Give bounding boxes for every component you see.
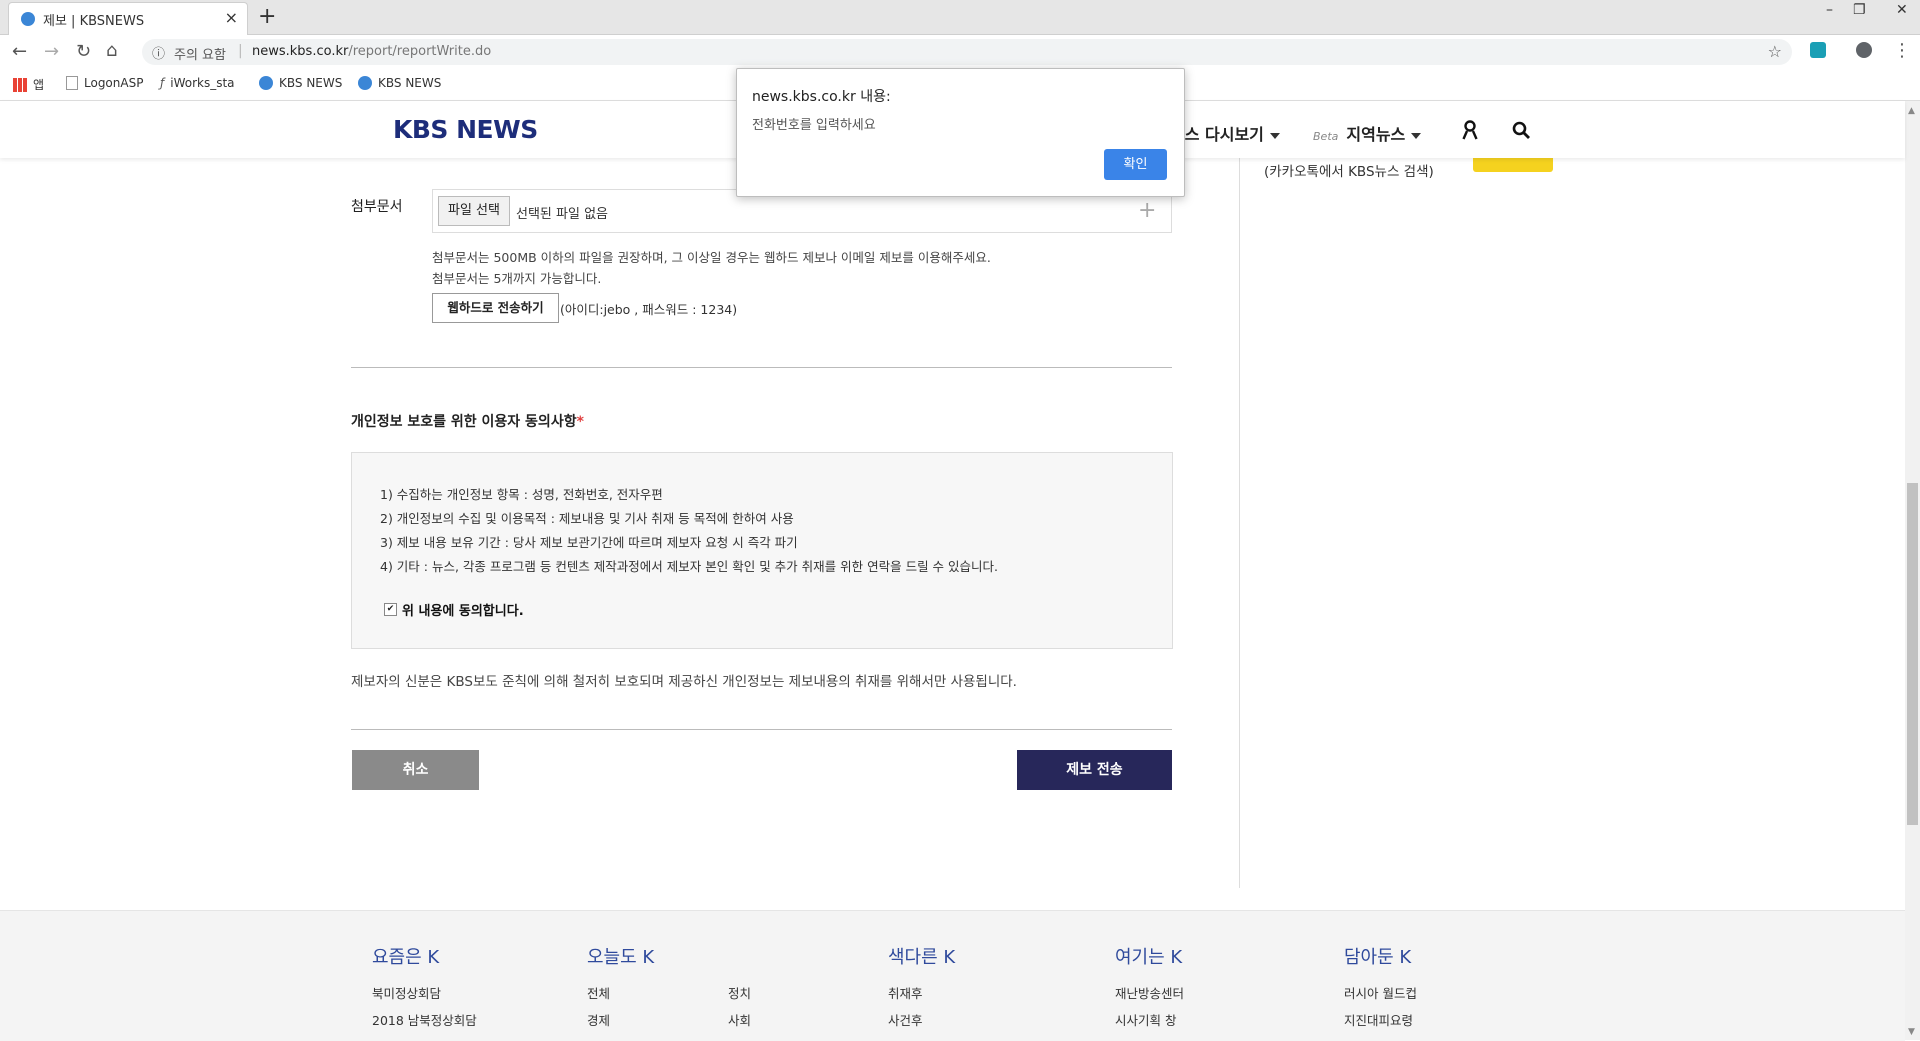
bookmark-logonasp[interactable]: LogonASP bbox=[66, 76, 143, 90]
kakao-banner[interactable] bbox=[1473, 158, 1553, 172]
footer-link[interactable]: 취재후 bbox=[888, 983, 923, 1002]
bookmark-kbs-news-2[interactable]: KBS NEWS bbox=[358, 76, 441, 90]
kbs-favicon-icon bbox=[21, 12, 35, 26]
consent-item: 3) 제보 내용 보유 기간 : 당사 제보 보관기간에 따르며 제보자 요청 … bbox=[380, 535, 798, 550]
attach-note-size: 첨부문서는 500MB 이하의 파일을 권장하며, 그 이상일 경우는 웹하드 … bbox=[432, 250, 991, 265]
scroll-up-icon[interactable]: ▲ bbox=[1908, 106, 1915, 116]
iworks-icon: ƒ bbox=[160, 76, 165, 90]
extension-icon[interactable] bbox=[1810, 42, 1826, 58]
footer-link[interactable]: 지진대피요령 bbox=[1344, 1010, 1413, 1029]
footer-col-title[interactable]: 색다른 K bbox=[888, 943, 955, 969]
consent-item: 1) 수집하는 개인정보 항목 : 성명, 전화번호, 전자우편 bbox=[380, 487, 663, 502]
footer-link[interactable]: 전체 bbox=[587, 983, 610, 1002]
security-label: 주의 요함 bbox=[174, 48, 226, 63]
footer-link[interactable]: 사건후 bbox=[888, 1010, 923, 1029]
window-close-button[interactable]: ✕ bbox=[1896, 2, 1908, 18]
site-footer bbox=[0, 910, 1905, 1041]
back-icon[interactable]: ← bbox=[12, 41, 27, 62]
kakao-search-text: (카카오톡에서 KBS뉴스 검색) bbox=[1264, 164, 1434, 180]
menu-kebab-icon[interactable]: ⋮ bbox=[1893, 40, 1911, 61]
reload-icon[interactable]: ↻ bbox=[76, 41, 91, 62]
submit-report-button[interactable]: 제보 전송 bbox=[1017, 750, 1172, 790]
footer-link[interactable]: 2018 남북정상회담 bbox=[372, 1010, 477, 1029]
footer-col-title[interactable]: 요즘은 K bbox=[372, 943, 439, 969]
scrollbar-thumb[interactable] bbox=[1907, 483, 1918, 825]
footer-link[interactable]: 북미정상회담 bbox=[372, 983, 441, 1002]
bookmark-kbs-news-1[interactable]: KBS NEWS bbox=[259, 76, 342, 90]
alert-message: 전화번호를 입력하세요 bbox=[752, 118, 876, 133]
menu-local-news[interactable]: Beta 지역뉴스 bbox=[1313, 121, 1422, 145]
url-text[interactable]: news.kbs.co.kr/report/reportWrite.do bbox=[252, 44, 491, 59]
kbs-favicon-icon bbox=[358, 76, 372, 90]
alert-ok-button[interactable]: 확인 bbox=[1104, 149, 1167, 180]
footer-col-title[interactable]: 여기는 K bbox=[1115, 943, 1182, 969]
forward-icon[interactable]: → bbox=[44, 41, 59, 62]
attach-note-count: 첨부문서는 5개까지 가능합니다. bbox=[432, 271, 602, 286]
user-icon[interactable] bbox=[1462, 120, 1478, 140]
privacy-note: 제보자의 신분은 KBS보도 준칙에 의해 철저히 보호되며 제공하신 개인정보… bbox=[351, 674, 1017, 690]
profile-icon[interactable] bbox=[1856, 42, 1872, 58]
address-bar[interactable]: ⓘ 주의 요함 | news.kbs.co.kr/report/reportWr… bbox=[142, 39, 1792, 65]
info-icon[interactable]: ⓘ bbox=[152, 43, 165, 62]
add-file-icon[interactable]: + bbox=[1138, 198, 1156, 223]
browser-tab[interactable]: 제보 | KBSNEWS × bbox=[8, 2, 248, 35]
bookmark-apps[interactable]: 앱 bbox=[13, 76, 44, 93]
agree-label[interactable]: 위 내용에 동의합니다. bbox=[402, 600, 524, 619]
agree-checkbox[interactable]: ✔ bbox=[384, 603, 397, 616]
column-divider bbox=[1239, 158, 1240, 888]
alert-title: news.kbs.co.kr 내용: bbox=[752, 89, 891, 105]
footer-link[interactable]: 경제 bbox=[587, 1010, 610, 1029]
file-select-button[interactable]: 파일 선택 bbox=[438, 196, 510, 226]
bookmark-star-icon[interactable]: ☆ bbox=[1768, 42, 1782, 61]
new-tab-button[interactable]: + bbox=[258, 4, 276, 29]
file-status-text: 선택된 파일 없음 bbox=[516, 207, 608, 222]
search-icon[interactable] bbox=[1512, 121, 1531, 140]
divider bbox=[351, 729, 1172, 730]
caret-down-icon bbox=[1269, 132, 1280, 139]
divider bbox=[351, 367, 1172, 368]
footer-col-title[interactable]: 담아둔 K bbox=[1344, 943, 1411, 969]
scroll-down-icon[interactable]: ▼ bbox=[1908, 1027, 1915, 1037]
menu-news-replay[interactable]: 뉴스 다시보기 bbox=[1170, 121, 1280, 145]
footer-col-title[interactable]: 오늘도 K bbox=[587, 943, 654, 969]
tab-strip bbox=[0, 0, 1920, 35]
required-mark: * bbox=[576, 414, 584, 430]
webhard-credentials: (아이디:jebo , 패스워드 : 1234) bbox=[560, 302, 738, 317]
home-icon[interactable]: ⌂ bbox=[106, 40, 117, 61]
kbs-favicon-icon bbox=[259, 76, 273, 90]
kbs-news-logo[interactable]: KBS NEWS bbox=[393, 115, 538, 144]
tab-title: 제보 | KBSNEWS bbox=[43, 14, 145, 29]
footer-link[interactable]: 러시아 월드컵 bbox=[1344, 983, 1417, 1002]
caret-down-icon bbox=[1411, 132, 1422, 139]
footer-link[interactable]: 재난방송센터 bbox=[1115, 983, 1184, 1002]
minimize-button[interactable]: – bbox=[1826, 2, 1833, 18]
attach-label: 첨부문서 bbox=[351, 199, 403, 215]
footer-link[interactable]: 정치 bbox=[728, 983, 751, 1002]
url-separator: | bbox=[238, 43, 243, 59]
consent-item: 4) 기타 : 뉴스, 각종 프로그램 등 컨텐츠 제작과정에서 제보자 본인 … bbox=[380, 559, 998, 574]
page-icon bbox=[66, 76, 78, 90]
apps-grid-icon bbox=[13, 77, 27, 92]
consent-item: 2) 개인정보의 수집 및 이용목적 : 제보내용 및 기사 취재 등 목적에 … bbox=[380, 511, 794, 526]
tab-close-icon[interactable]: × bbox=[225, 8, 238, 27]
footer-link[interactable]: 사회 bbox=[728, 1010, 751, 1029]
consent-title: 개인정보 보호를 위한 이용자 동의사항* bbox=[351, 414, 584, 430]
restore-button[interactable]: ❐ bbox=[1853, 2, 1866, 18]
footer-link[interactable]: 시사기획 창 bbox=[1115, 1010, 1176, 1029]
webhard-send-button[interactable]: 웹하드로 전송하기 bbox=[432, 293, 559, 323]
bookmark-iworks[interactable]: ƒ iWorks_sta bbox=[160, 76, 235, 90]
cancel-button[interactable]: 취소 bbox=[352, 750, 479, 790]
